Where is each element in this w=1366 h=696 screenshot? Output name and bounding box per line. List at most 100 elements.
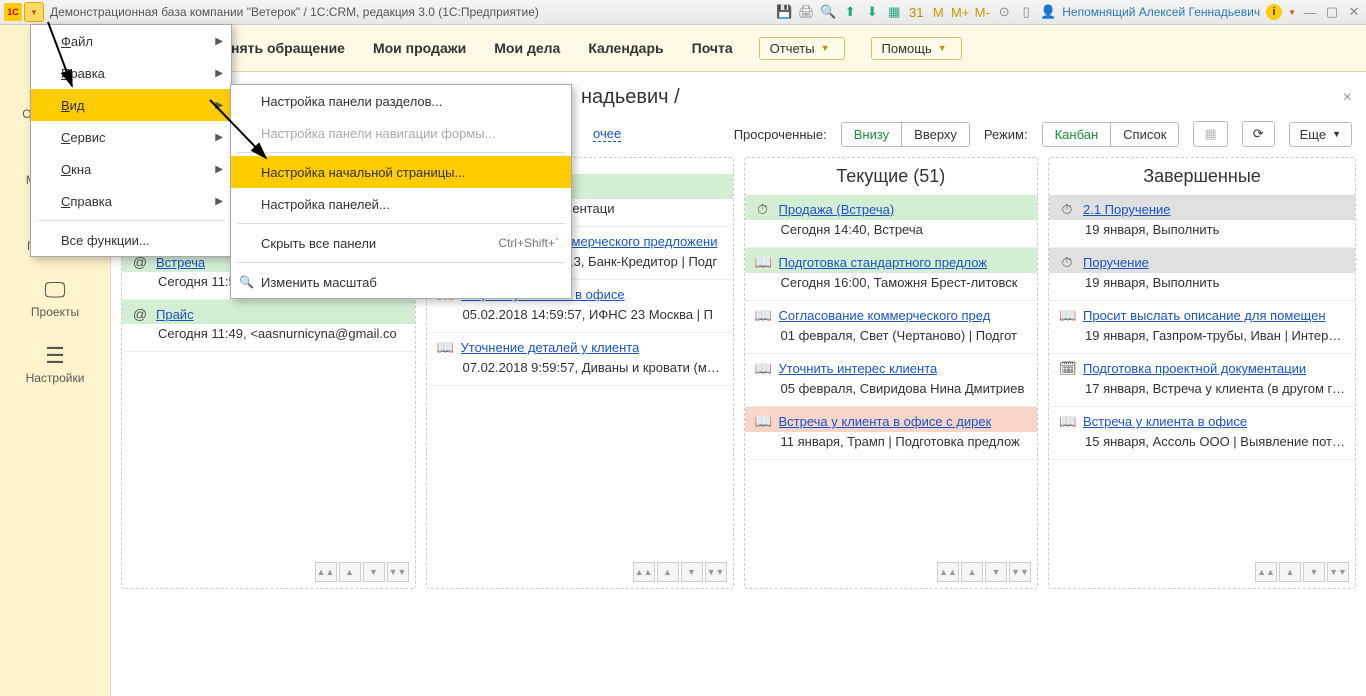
menu-Правка[interactable]: Правка▶ <box>31 57 231 89</box>
card-link[interactable]: Подготовка стандартного предлож <box>779 255 987 270</box>
card-type-icon: 📖 <box>437 339 453 356</box>
card-link[interactable]: Согласование коммерческого пред <box>779 308 991 323</box>
menu-Сервис[interactable]: Сервис▶ <box>31 121 231 153</box>
scroll-button[interactable]: ▼▼ <box>705 562 727 582</box>
scroll-button[interactable]: ▲ <box>1279 562 1301 582</box>
scroll-button[interactable]: ▼ <box>363 562 385 582</box>
calendar-icon[interactable]: 31 <box>908 4 924 20</box>
scroll-button[interactable]: ▼ <box>985 562 1007 582</box>
mail-button[interactable]: Почта <box>678 25 747 71</box>
card-link[interactable]: Встреча у клиента в офисе с дирек <box>779 414 992 429</box>
my-sales-button[interactable]: Мои продажи <box>359 25 480 71</box>
scroll-button[interactable]: ▲▲ <box>937 562 959 582</box>
menu-panels-config[interactable]: Настройка панелей... <box>231 188 571 220</box>
card-link[interactable]: Уточнение деталей у клиента <box>461 340 640 355</box>
menu-all-functions[interactable]: Все функции... <box>31 224 231 256</box>
calendar-button[interactable]: Календарь <box>574 25 677 71</box>
kanban-card[interactable]: 🗓Подготовка проектной документации17 янв… <box>1049 354 1355 407</box>
overdue-top-button[interactable]: Вверху <box>901 123 969 146</box>
kanban-card[interactable]: 📖Встреча у клиента в офисе15 января, Асс… <box>1049 407 1355 460</box>
info-caret-icon[interactable]: ▼ <box>1288 8 1296 17</box>
scroll-button[interactable]: ▼ <box>681 562 703 582</box>
card-header: ⏱2.1 Поручение <box>1049 195 1355 220</box>
titlebar-right: 💾 🖨 🔍 ⬆ ⬇ ▦ 31 M M+ M- ⊙ ▯ 👤 Непомнящий … <box>776 4 1362 20</box>
close-page-button[interactable]: × <box>1343 89 1352 107</box>
card-link[interactable]: Продажа (Встреча) <box>779 202 895 217</box>
m-minus2-icon[interactable]: M- <box>974 4 990 20</box>
scroll-button[interactable]: ▼ <box>1303 562 1325 582</box>
kanban-card[interactable]: @ПрайсСегодня 11:49, <aasnurnicyna@gmail… <box>122 300 415 352</box>
scroll-button[interactable]: ▼▼ <box>387 562 409 582</box>
close-icon[interactable]: ✕ <box>1346 4 1362 20</box>
mode-list-button[interactable]: Список <box>1110 123 1178 146</box>
mode-kanban-button[interactable]: Канбан <box>1043 123 1111 146</box>
kanban-card[interactable]: 📖Подготовка стандартного предложСегодня … <box>745 248 1038 301</box>
more-button[interactable]: Еще▼ <box>1289 122 1352 147</box>
import-icon[interactable]: ⬇ <box>864 4 880 20</box>
scroll-button[interactable]: ▼▼ <box>1327 562 1349 582</box>
menu-Вид[interactable]: Вид▶ <box>31 89 231 121</box>
card-link[interactable]: Встреча у клиента в офисе <box>1083 414 1247 429</box>
menu-Справка[interactable]: Справка▶ <box>31 185 231 217</box>
settings-icon: ☰ <box>26 343 85 369</box>
menu-sections-config[interactable]: Настройка панели разделов... <box>231 85 571 117</box>
kanban-card[interactable]: ⏱Продажа (Встреча)Сегодня 14:40, Встреча <box>745 195 1038 248</box>
card-header: 📖Встреча у клиента в офисе <box>1049 407 1355 432</box>
export-icon[interactable]: ⬆ <box>842 4 858 20</box>
kanban-card[interactable]: 📖Уточнение деталей у клиента07.02.2018 9… <box>427 333 733 386</box>
scroll-button[interactable]: ▲▲ <box>633 562 655 582</box>
shortcut-label: Ctrl+Shift+` <box>498 236 559 250</box>
column-title: Текущие (51) <box>745 166 1038 187</box>
m-plus-icon[interactable]: M+ <box>952 4 968 20</box>
card-link[interactable]: Уточнить интерес клиента <box>779 361 938 376</box>
accept-appeal-button[interactable]: нять обращение <box>217 25 359 71</box>
card-link[interactable]: Подготовка проектной документации <box>1083 361 1306 376</box>
main-dropdown-button[interactable]: ▼ <box>24 2 44 22</box>
scroll-button[interactable]: ▲ <box>339 562 361 582</box>
card-link[interactable]: Поручение <box>1083 255 1149 270</box>
scroll-button[interactable]: ▲▲ <box>1255 562 1277 582</box>
column-footer: ▲▲▲▼▼▼ <box>122 556 415 588</box>
minimize-icon[interactable]: — <box>1302 4 1318 20</box>
card-header: 📖Согласование коммерческого пред <box>745 301 1038 326</box>
sidebar-item-projects[interactable]: 🖵Проекты <box>31 277 79 319</box>
scroll-button[interactable]: ▲ <box>657 562 679 582</box>
user-name[interactable]: Непомнящий Алексей Геннадьевич <box>1062 5 1260 19</box>
card-link[interactable]: 2.1 Поручение <box>1083 202 1171 217</box>
save-icon[interactable]: 💾 <box>776 4 792 20</box>
maximize-icon[interactable]: ▢ <box>1324 4 1340 20</box>
card-link[interactable]: Просит выслать описание для помещен <box>1083 308 1326 323</box>
kanban-card[interactable]: 📖Согласование коммерческого пред01 февра… <box>745 301 1038 354</box>
book-icon[interactable]: ▯ <box>1018 4 1034 20</box>
calc-icon[interactable]: ▦ <box>886 4 902 20</box>
refresh-button[interactable]: ⟳ <box>1242 121 1275 147</box>
scroll-button[interactable]: ▲ <box>961 562 983 582</box>
reports-button[interactable]: Отчеты▼ <box>759 37 845 60</box>
menu-zoom[interactable]: 🔍Изменить масштаб <box>231 266 571 298</box>
menu-Файл[interactable]: Файл▶ <box>31 25 231 57</box>
kanban-card[interactable]: 📖Уточнить интерес клиента05 февраля, Сви… <box>745 354 1038 407</box>
overdue-bottom-button[interactable]: Внизу <box>842 123 901 146</box>
kanban-card[interactable]: 📖Встреча у клиента в офисе с дирек11 янв… <box>745 407 1038 460</box>
kanban-card[interactable]: 📖Просит выслать описание для помещен19 я… <box>1049 301 1355 354</box>
menu-Окна[interactable]: Окна▶ <box>31 153 231 185</box>
my-tasks-button[interactable]: Мои дела <box>480 25 574 71</box>
menu-start-page-config[interactable]: Настройка начальной страницы... <box>231 156 571 188</box>
sidebar-item-settings[interactable]: ☰Настройки <box>26 343 85 385</box>
info-icon[interactable]: i <box>1266 4 1282 20</box>
card-subtitle: 11 января, Трамп | Подготовка предлож <box>745 432 1038 459</box>
window-title: Демонстрационная база компании "Ветерок"… <box>50 5 776 19</box>
menu-hide-panels[interactable]: Скрыть все панелиCtrl+Shift+` <box>231 227 571 259</box>
other-link[interactable]: очее <box>593 126 621 142</box>
m-minus-icon[interactable]: M <box>930 4 946 20</box>
help-button[interactable]: Помощь▼ <box>871 37 962 60</box>
scroll-button[interactable]: ▼▼ <box>1009 562 1031 582</box>
card-link[interactable]: Прайс <box>156 307 194 322</box>
kanban-card[interactable]: ⏱Поручение19 января, Выполнить <box>1049 248 1355 301</box>
scroll-button[interactable]: ▲▲ <box>315 562 337 582</box>
grid-view-button[interactable]: ▦ <box>1193 121 1227 147</box>
print-icon[interactable]: 🖨 <box>798 4 814 20</box>
preview-icon[interactable]: 🔍 <box>820 4 836 20</box>
kanban-card[interactable]: ⏱2.1 Поручение19 января, Выполнить <box>1049 195 1355 248</box>
search-icon[interactable]: ⊙ <box>996 4 1012 20</box>
